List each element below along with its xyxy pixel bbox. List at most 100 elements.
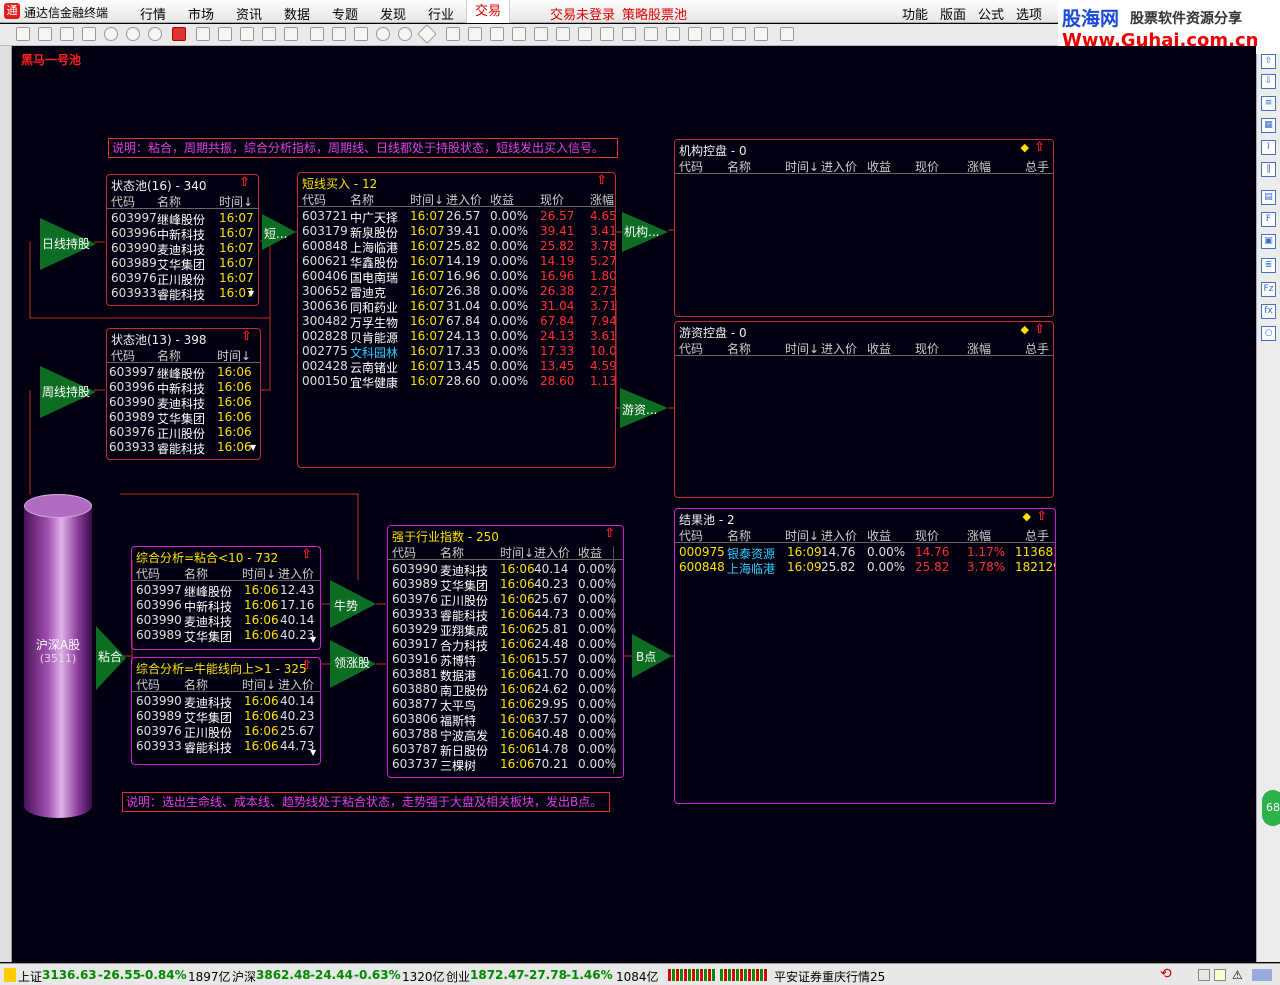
refresh-icon[interactable]: ⟲	[1160, 966, 1172, 982]
expand-arrow-icon[interactable]: ⇧	[301, 658, 312, 673]
col-header[interactable]: 名称	[727, 527, 751, 542]
col-header[interactable]: 代码	[679, 527, 703, 542]
table-row[interactable]: 000975 银泰资源 16:09 14.76 0.00% 14.76 1.17% 11368…	[675, 545, 1055, 561]
expand-arrow-icon[interactable]: ⇧	[604, 526, 615, 541]
col-code[interactable]: 代码	[136, 676, 160, 691]
table-row[interactable]: 603787 新日股份 16:06 14.78 0.00%	[388, 742, 623, 758]
notification-badge[interactable]: 68	[1262, 790, 1280, 826]
expand-arrow-icon[interactable]: ⇧	[1034, 322, 1045, 337]
table-row[interactable]: 002775文科园林16:0717.330.00%17.3310.03%	[298, 344, 615, 360]
col-code[interactable]: 代码	[111, 193, 135, 208]
col-header[interactable]: 进入价	[821, 340, 857, 355]
vertical-scrollbar[interactable]	[613, 546, 621, 774]
signal-icon[interactable]: ⚠	[1232, 968, 1243, 982]
table-row[interactable]: 603788 宁波高发 16:06 40.48 0.00%	[388, 727, 623, 743]
col-gain[interactable]: 收益	[490, 191, 514, 206]
table-row[interactable]: 603976 正川股份 16:07	[107, 271, 258, 287]
scroll-down-icon[interactable]: ▼	[248, 289, 256, 298]
expand-arrow-icon[interactable]: ⇧	[241, 329, 252, 344]
panel-result[interactable]: 结果池 - 2 ◆ ⇧ 代码 名称 时间↓ 进入价 收益 现价 涨幅 总手 000975 银泰资…	[674, 508, 1056, 804]
col-header[interactable]: 时间↓	[785, 158, 819, 173]
col-header[interactable]: 时间↓	[785, 527, 819, 542]
window-icon[interactable]	[1198, 969, 1210, 981]
table-row[interactable]: 603990 麦迪科技 16:07	[107, 241, 258, 257]
col-entry[interactable]: 进入价	[278, 676, 314, 691]
col-gain[interactable]: 收益	[578, 544, 602, 559]
table-row[interactable]: 603990 麦迪科技 16:06 40.14 0.00%	[388, 562, 623, 578]
col-name[interactable]: 名称	[440, 544, 464, 559]
table-row[interactable]: 300652雷迪克16:0726.380.00%26.382.73%	[298, 284, 615, 300]
col-time[interactable]: 时间↓	[242, 676, 276, 691]
col-header[interactable]: 进入价	[821, 527, 857, 542]
table-row[interactable]: 603976 正川股份 16:06 25.67 0.00%	[388, 592, 623, 608]
expand-arrow-icon[interactable]: ⇧	[239, 175, 250, 190]
table-row[interactable]: 603929 亚翔集成 16:06 25.81 0.00%	[388, 622, 623, 638]
expand-arrow-icon[interactable]: ⇧	[1034, 140, 1045, 155]
col-header[interactable]: 现价	[915, 340, 939, 355]
col-name[interactable]: 名称	[184, 565, 208, 580]
col-header[interactable]: 代码	[679, 340, 703, 355]
col-entry[interactable]: 进入价	[446, 191, 482, 206]
col-entry[interactable]: 进入价	[534, 544, 570, 559]
scroll-down-icon[interactable]: ▼	[250, 443, 258, 452]
table-row[interactable]: 603989 艾华集团 16:06	[107, 410, 260, 426]
table-row[interactable]: 300636同和药业16:0731.040.00%31.043.71%	[298, 299, 615, 315]
panel-state13[interactable]: 状态池(13) - 398 ⇧ 代码 名称 时间↓ 603997 继峰股份 16:0…	[106, 328, 261, 460]
table-row[interactable]: 603806 福斯特 16:06 37.57 0.00%	[388, 712, 623, 728]
table-row[interactable]: 603990 麦迪科技 16:06	[107, 395, 260, 411]
col-header[interactable]: 总手	[1025, 527, 1049, 542]
table-row[interactable]: 603880 南卫股份 16:06 24.62 0.00%	[388, 682, 623, 698]
table-row[interactable]: 603989 艾华集团 16:06 40.23	[132, 709, 320, 725]
table-row[interactable]: 603933 睿能科技 16:06 44.73	[132, 739, 320, 754]
table-row[interactable]: 603179新泉股份16:0739.410.00%39.413.41%	[298, 224, 615, 240]
table-row[interactable]: 603933 睿能科技 16:06 44.73 0.00%	[388, 607, 623, 623]
table-row[interactable]: 603997 继峰股份 16:06 12.43	[132, 583, 320, 599]
table-row[interactable]: 603996 中新科技 16:06 17.16	[132, 598, 320, 614]
table-row[interactable]: 603877 太平鸟 16:06 29.95 0.00%	[388, 697, 623, 713]
col-header[interactable]: 代码	[679, 158, 703, 173]
expand-arrow-icon[interactable]: ⇧	[596, 173, 607, 188]
col-name[interactable]: 名称	[350, 191, 374, 206]
col-header[interactable]: 名称	[727, 340, 751, 355]
scroll-down-icon[interactable]: ▼	[310, 635, 318, 644]
col-header[interactable]: 收益	[867, 340, 891, 355]
lock-icon[interactable]	[1214, 969, 1226, 981]
table-row[interactable]: 600406国电南瑞16:0716.960.00%16.961.80%	[298, 269, 615, 285]
panel-strong[interactable]: 强于行业指数 - 250 ⇧ 代码 名称 时间↓ 进入价 收益 603990 麦迪…	[387, 525, 624, 778]
table-row[interactable]: 603990 麦迪科技 16:06 40.14	[132, 694, 320, 710]
table-row[interactable]: 603989 艾华集团 16:07	[107, 256, 258, 272]
panel-state16[interactable]: 状态池(16) - 340 ⇧ 代码 名称 时间↓ 603997 继峰股份 16:0…	[106, 174, 259, 306]
table-row[interactable]: 300482万孚生物16:0767.840.00%67.847.94%	[298, 314, 615, 330]
col-price[interactable]: 现价	[540, 191, 564, 206]
table-row[interactable]: 603917 合力科技 16:06 24.48 0.00%	[388, 637, 623, 653]
col-header[interactable]: 进入价	[821, 158, 857, 173]
col-header[interactable]: 名称	[727, 158, 751, 173]
col-pct[interactable]: 涨幅	[590, 191, 614, 206]
col-header[interactable]: 时间↓	[785, 340, 819, 355]
col-header[interactable]: 涨幅	[967, 158, 991, 173]
expand-arrow-icon[interactable]: ⇧	[301, 547, 312, 562]
table-row[interactable]: 600848 上海临港 16:09 25.82 0.00% 25.82 3.78% 18212…	[675, 560, 1055, 575]
panel-comp2[interactable]: 综合分析=牛能线向上>1 - 325 ⇧ 代码 名称 时间↓ 进入价 60399…	[131, 657, 321, 765]
table-row[interactable]: 603933 睿能科技 16:06	[107, 440, 260, 455]
panel-jigou[interactable]: 机构控盘 - 0 ◆ ⇧ 代码 名称 时间↓ 进入价 收益 现价 涨幅 总手	[674, 139, 1054, 317]
network-icon[interactable]	[1252, 969, 1272, 981]
col-header[interactable]: 涨幅	[967, 527, 991, 542]
col-header[interactable]: 总手	[1025, 158, 1049, 173]
col-header[interactable]: 现价	[915, 527, 939, 542]
col-header[interactable]: 涨幅	[967, 340, 991, 355]
table-row[interactable]: 603996 中新科技 16:07	[107, 226, 258, 242]
table-row[interactable]: 600848上海临港16:0725.820.00%25.823.78%	[298, 239, 615, 255]
market-cylinder[interactable]: 沪深A股 (3511)	[24, 494, 92, 818]
panel-youzi[interactable]: 游资控盘 - 0 ◆ ⇧ 代码 名称 时间↓ 进入价 收益 现价 涨幅 总手	[674, 321, 1054, 498]
col-header[interactable]: 现价	[915, 158, 939, 173]
table-row[interactable]: 603997 继峰股份 16:07	[107, 211, 258, 227]
col-code[interactable]: 代码	[111, 347, 135, 362]
table-row[interactable]: 000150宜华健康16:0728.600.00%28.601.13%	[298, 374, 615, 390]
col-time[interactable]: 时间↓	[219, 193, 253, 208]
panel-short-buy[interactable]: 短线买入 - 12 ⇧ 代码 名称 时间↓ 进入价 收益 现价 涨幅 60372…	[297, 172, 616, 468]
col-time[interactable]: 时间↓	[410, 191, 444, 206]
table-row[interactable]: 603997 继峰股份 16:06	[107, 365, 260, 381]
table-row[interactable]: 603737 三棵树 16:06 70.21 0.00%	[388, 757, 623, 773]
col-time[interactable]: 时间↓	[217, 347, 251, 362]
